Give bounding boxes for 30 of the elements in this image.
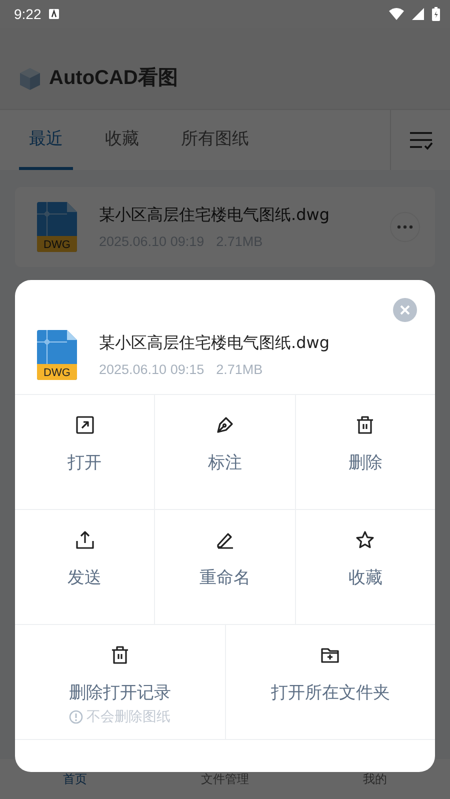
tab[interactable]: 收藏 — [95, 110, 149, 170]
upload-icon — [74, 530, 95, 550]
open-external-icon — [74, 415, 95, 435]
notification-icon — [49, 9, 60, 19]
wifi-icon — [389, 8, 404, 20]
star-icon — [355, 530, 376, 550]
app-title: AutoCAD看图 — [49, 66, 178, 91]
file-size: 2.71MB — [216, 362, 263, 377]
file-date: 2025.06.10 09:15 — [99, 362, 204, 377]
file-name: 某小区高层住宅楼电气图纸.dwg — [99, 333, 330, 354]
more-button[interactable] — [390, 212, 420, 242]
status-time: 9:22 — [14, 6, 42, 22]
cube-logo-icon — [19, 67, 41, 91]
trash-icon — [110, 645, 130, 665]
dwg-file-icon: DWG — [37, 202, 77, 252]
close-icon — [400, 305, 410, 315]
dwg-file-icon: DWG — [37, 330, 77, 380]
pencil-icon — [214, 530, 235, 550]
info-icon — [69, 710, 84, 724]
note-text: 不会删除图纸 — [86, 708, 170, 726]
tab[interactable]: 所有图纸 — [171, 110, 259, 170]
sort-list-icon — [408, 130, 432, 150]
more-icon — [397, 225, 413, 229]
battery-icon — [432, 7, 440, 21]
trash-icon — [355, 415, 376, 435]
folder-plus-icon — [320, 645, 340, 665]
file-name: 某小区高层住宅楼电气图纸.dwg — [99, 205, 330, 226]
close-button[interactable] — [393, 298, 417, 322]
pen-nib-icon — [214, 415, 235, 435]
signal-icon — [412, 8, 424, 20]
